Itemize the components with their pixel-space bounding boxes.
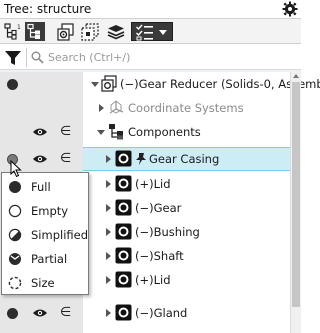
tree-indent-icon bbox=[27, 23, 40, 39]
dotted-box-icon bbox=[81, 22, 99, 41]
search-input[interactable]: Search (Ctrl+/) bbox=[48, 51, 130, 64]
vertical-scrollbar[interactable] bbox=[290, 72, 301, 333]
tree-row-label: (−)Bushing bbox=[135, 225, 200, 239]
mouse-cursor-icon bbox=[10, 160, 22, 178]
tree-ordinal-button[interactable]: 1 bbox=[3, 22, 23, 41]
tree-row-label: (+)Lid bbox=[135, 273, 171, 287]
tree-row-label: Gear Casing bbox=[149, 152, 220, 166]
load-state-full-icon[interactable] bbox=[7, 308, 18, 319]
tree-row-label: (+)Lid bbox=[135, 177, 171, 191]
part-icon bbox=[115, 199, 132, 216]
part-icon bbox=[115, 271, 132, 288]
tree-row-label: Components bbox=[128, 125, 201, 139]
empty-circle-icon bbox=[8, 204, 22, 218]
eye-icon[interactable] bbox=[32, 153, 48, 165]
menu-item-label: Empty bbox=[31, 204, 69, 218]
panel-titlebar: Tree: structure bbox=[0, 0, 301, 19]
collapse-icon[interactable] bbox=[97, 130, 105, 135]
menu-item-empty[interactable]: Empty bbox=[2, 199, 88, 223]
menu-item-label: Simplified bbox=[31, 228, 89, 242]
menu-item-size[interactable]: Size bbox=[2, 271, 88, 295]
expand-icon[interactable] bbox=[106, 276, 111, 284]
part-icon bbox=[115, 223, 132, 240]
scrollbar-thumb[interactable] bbox=[292, 82, 300, 307]
tree-row-gland[interactable]: ∈ (−)Gland bbox=[0, 301, 290, 325]
layers-button[interactable] bbox=[106, 22, 126, 41]
components-icon bbox=[109, 124, 123, 140]
expand-icon[interactable] bbox=[106, 155, 111, 163]
search-icon bbox=[31, 51, 44, 64]
expand-icon[interactable] bbox=[106, 204, 111, 212]
assembly-icon bbox=[101, 75, 117, 92]
partial-circle-icon bbox=[9, 253, 21, 265]
part-icon bbox=[115, 304, 132, 321]
expand-icon[interactable] bbox=[106, 252, 111, 260]
checklist-dropdown-icon bbox=[136, 24, 153, 41]
element-of-icon[interactable]: ∈ bbox=[60, 124, 71, 139]
tree-row-coordinate-systems[interactable]: Coordinate Systems bbox=[0, 96, 290, 120]
checklist-dropdown-button[interactable] bbox=[131, 22, 173, 41]
svg-text:1: 1 bbox=[17, 24, 21, 31]
filter-icon[interactable] bbox=[4, 49, 22, 67]
tree-indent-button[interactable] bbox=[25, 22, 45, 41]
part-icon bbox=[115, 175, 132, 192]
panel-title: Tree: structure bbox=[4, 2, 92, 16]
search-divider bbox=[26, 48, 27, 67]
dashed-circle-icon bbox=[8, 276, 22, 290]
menu-item-label: Full bbox=[31, 180, 51, 194]
tree-row-gear-casing[interactable]: ∈ Gear Casing bbox=[0, 147, 290, 171]
expand-icon[interactable] bbox=[106, 180, 111, 188]
coordinate-systems-icon bbox=[109, 100, 124, 114]
gear-icon[interactable] bbox=[282, 1, 298, 17]
element-of-icon[interactable]: ∈ bbox=[60, 305, 71, 320]
search-row: Search (Ctrl+/) bbox=[0, 45, 301, 70]
menu-item-partial[interactable]: Partial bbox=[2, 247, 88, 271]
tree-toolbar: 1 bbox=[0, 19, 301, 44]
eye-icon[interactable] bbox=[32, 126, 48, 138]
menu-item-full[interactable]: Full bbox=[2, 175, 88, 199]
tree-row-label: (−)Shaft bbox=[135, 249, 184, 263]
eye-icon[interactable] bbox=[32, 307, 48, 319]
expand-icon[interactable] bbox=[106, 309, 111, 317]
pin-icon[interactable] bbox=[135, 152, 147, 166]
part-icon bbox=[115, 150, 132, 167]
scroll-up-icon[interactable] bbox=[293, 74, 299, 78]
menu-item-label: Partial bbox=[31, 252, 68, 266]
half-circle-icon bbox=[8, 228, 22, 242]
element-of-icon[interactable]: ∈ bbox=[60, 151, 71, 166]
dotted-box-button[interactable] bbox=[80, 22, 100, 41]
tree-row-label: (−)Gear bbox=[135, 201, 182, 215]
load-state-menu: Full Empty Simplified Partial Size bbox=[1, 172, 89, 295]
expand-icon[interactable] bbox=[106, 228, 111, 236]
collapse-icon[interactable] bbox=[91, 82, 99, 87]
part-icon bbox=[115, 247, 132, 264]
layers-icon bbox=[107, 24, 125, 39]
expand-icon[interactable] bbox=[99, 104, 104, 112]
load-state-full-icon[interactable] bbox=[7, 79, 18, 90]
parts-stack-button[interactable] bbox=[55, 22, 75, 41]
tree-row-gear-reducer[interactable]: (−)Gear Reducer (Solids-0, Assembly bbox=[0, 72, 320, 96]
tree-row-label: Coordinate Systems bbox=[128, 101, 244, 115]
tree-row-label: (−)Gland bbox=[135, 306, 188, 320]
menu-item-label: Size bbox=[31, 276, 55, 290]
tree-ordinal-icon: 1 bbox=[4, 23, 21, 40]
menu-item-simplified[interactable]: Simplified bbox=[2, 223, 88, 247]
full-circle-icon bbox=[9, 181, 21, 193]
chevron-down-icon bbox=[159, 30, 167, 35]
tree-row-components[interactable]: ∈ Components bbox=[0, 120, 290, 144]
parts-stack-icon bbox=[56, 22, 74, 41]
